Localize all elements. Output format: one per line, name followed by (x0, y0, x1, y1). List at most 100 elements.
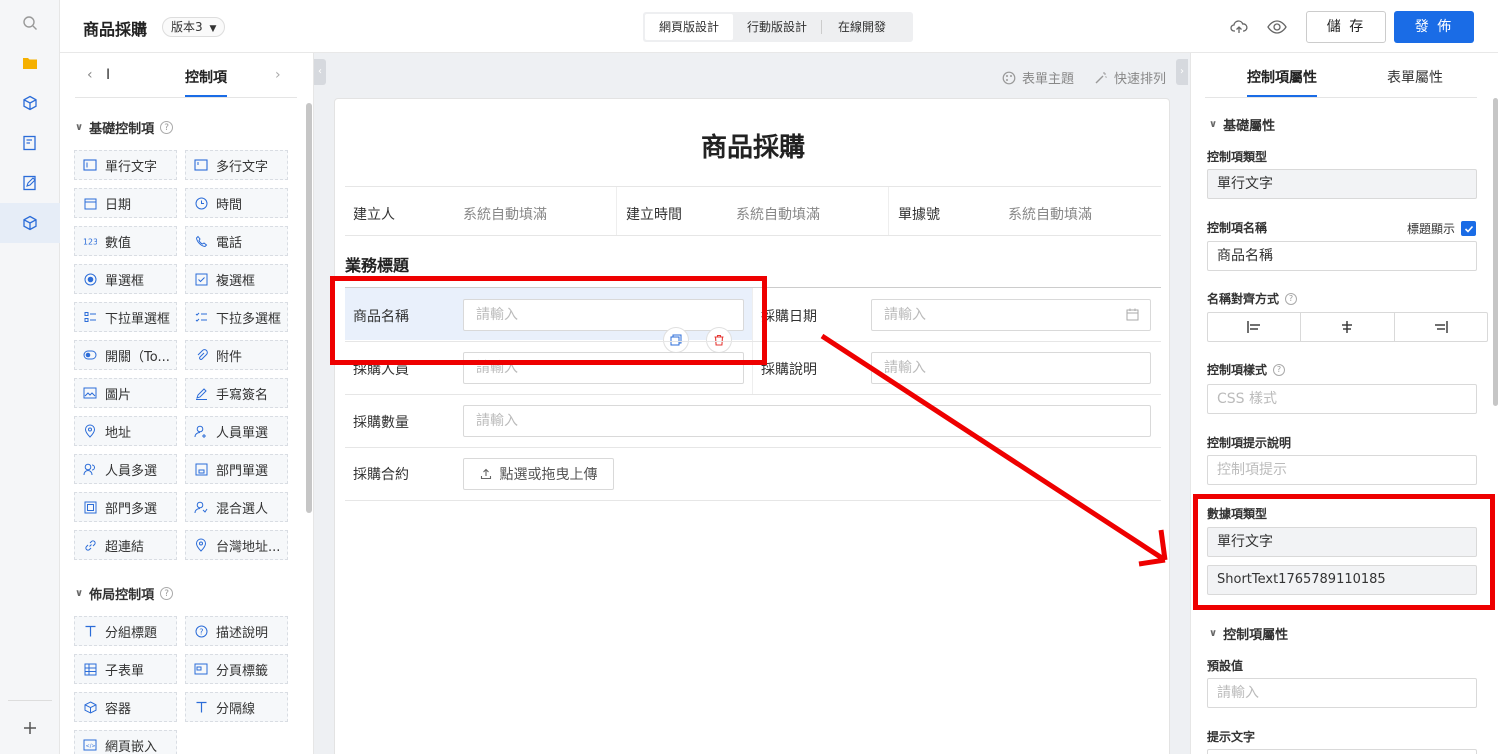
control-item[interactable]: 多行文字 (185, 150, 288, 180)
control-hint-input[interactable]: 控制項提示 (1207, 455, 1477, 485)
control-style-input[interactable]: CSS 樣式 (1207, 384, 1477, 414)
form-theme-button[interactable]: 表單主題 (1002, 68, 1074, 87)
control-item[interactable]: 容器 (74, 692, 177, 722)
default-value-input[interactable]: 請輸入 (1207, 678, 1477, 708)
tip-text-input[interactable] (1207, 749, 1477, 754)
control-item[interactable]: 時間 (185, 188, 288, 218)
field-label-purchase-date: 採購日期 (761, 309, 817, 325)
help-circle-icon[interactable]: ? (160, 587, 174, 600)
divider-icon (194, 700, 208, 714)
chevron-right-icon[interactable]: › (275, 67, 281, 83)
control-item[interactable]: 日期 (74, 188, 177, 218)
tab-online-dev[interactable]: 在線開發 (822, 14, 902, 40)
control-item-label: 分組標題 (105, 625, 158, 641)
section-basic-label: 基礎屬性 (1223, 119, 1276, 134)
control-item[interactable]: 部門單選 (185, 454, 288, 484)
help-circle-icon[interactable]: ? (1273, 363, 1286, 376)
control-item[interactable]: 單行文字 (74, 150, 177, 180)
align-left-icon[interactable] (1208, 313, 1302, 341)
purchase-desc-input[interactable]: 請輸入 (871, 352, 1151, 384)
control-item[interactable]: 台灣地址... (185, 530, 288, 560)
tab-form-props[interactable]: 表單屬性 (1387, 67, 1443, 87)
tab-mobile-design[interactable]: 行動版設計 (733, 14, 821, 40)
align-center-icon[interactable] (1301, 313, 1395, 341)
quick-arrange-button[interactable]: 快速排列 (1094, 68, 1166, 87)
field-label-contract: 採購合約 (353, 467, 409, 483)
align-right-icon[interactable] (1395, 313, 1487, 341)
control-item[interactable]: 地址 (74, 416, 177, 446)
properties-panel: 控制項屬性 表單屬性 ∨ 基礎屬性 控制項類型 單行文字 控制項名稱 標題顯示 … (1190, 53, 1498, 754)
control-item[interactable]: 下拉多選框 (185, 302, 288, 332)
chevron-left-icon[interactable]: ‹ (87, 67, 93, 83)
app-cube-icon[interactable] (0, 203, 60, 243)
control-item[interactable]: 子表單 (74, 654, 177, 684)
control-item[interactable]: 下拉單選框 (74, 302, 177, 332)
search-icon[interactable] (0, 3, 60, 43)
form-icon[interactable] (0, 123, 60, 163)
cube-icon[interactable] (0, 83, 60, 123)
control-item[interactable]: 部門多選 (74, 492, 177, 522)
meta-value-doc-no: 系統自動填滿 (1008, 207, 1092, 223)
add-icon[interactable] (0, 708, 60, 748)
divider (345, 235, 1161, 236)
magic-wand-icon (1095, 71, 1107, 83)
control-item[interactable]: 電話 (185, 226, 288, 256)
preview-eye-icon[interactable] (1267, 18, 1287, 40)
save-button[interactable]: 儲 存 (1306, 11, 1386, 43)
control-item[interactable]: 分頁標籤 (185, 654, 288, 684)
single-line-text-icon (83, 158, 97, 172)
control-item[interactable]: 分組標題 (74, 616, 177, 646)
meta-value-creator: 系統自動填滿 (463, 207, 547, 223)
dept-multi-icon (83, 500, 97, 514)
edit-doc-icon[interactable] (0, 163, 60, 203)
quantity-input[interactable]: 請輸入 (463, 405, 1151, 437)
control-item[interactable]: 附件 (185, 340, 288, 370)
cloud-upload-icon[interactable] (1230, 18, 1248, 40)
show-title-checkbox[interactable] (1461, 221, 1476, 236)
control-item[interactable]: 圖片 (74, 378, 177, 408)
control-item[interactable]: 人員多選 (74, 454, 177, 484)
tab-partial[interactable]: I (106, 67, 110, 83)
control-item[interactable]: 超連結 (74, 530, 177, 560)
control-item[interactable]: 開關（To... (74, 340, 177, 370)
group-layout-title[interactable]: ∨ 佈局控制項 ? (75, 584, 174, 603)
calendar-icon[interactable] (1126, 308, 1139, 325)
control-item[interactable]: 分隔線 (185, 692, 288, 722)
control-item[interactable]: 123 數值 (74, 226, 177, 256)
form-title[interactable]: 商品採購 (335, 127, 1171, 164)
control-item[interactable]: 人員單選 (185, 416, 288, 446)
tab-web-design[interactable]: 網頁版設計 (645, 14, 733, 40)
meta-label-created-time: 建立時間 (626, 207, 682, 223)
divider (888, 187, 889, 235)
publish-button[interactable]: 發 佈 (1394, 11, 1474, 43)
tab-controls[interactable]: 控制項 (185, 67, 227, 87)
tab-control-props[interactable]: 控制項屬性 (1247, 67, 1317, 87)
control-item[interactable]: ? 描述說明 (185, 616, 288, 646)
divider (616, 187, 617, 235)
help-circle-icon[interactable]: ? (1285, 292, 1298, 305)
section-basic-props[interactable]: ∨ 基礎屬性 (1209, 115, 1275, 134)
control-item[interactable]: 混合選人 (185, 492, 288, 522)
divider (345, 394, 1161, 395)
help-circle-icon[interactable]: ? (160, 121, 174, 134)
control-name-input[interactable]: 商品名稱 (1207, 241, 1477, 271)
purchase-date-input[interactable]: 請輸入 (871, 299, 1151, 331)
left-rail (0, 0, 60, 754)
folder-icon[interactable] (0, 43, 60, 83)
collapse-left-icon[interactable]: ‹ (314, 59, 326, 85)
control-item[interactable]: </> 網頁嵌入 (74, 730, 177, 754)
section-control-props[interactable]: ∨ 控制項屬性 (1209, 624, 1288, 643)
collapse-right-icon[interactable]: › (1176, 59, 1188, 85)
scrollbar[interactable] (1493, 98, 1498, 406)
group-basic-title[interactable]: ∨ 基礎控制項 ? (75, 118, 174, 137)
scrollbar[interactable] (306, 103, 312, 513)
control-item-label: 多行文字 (216, 159, 269, 175)
control-item[interactable]: 手寫簽名 (185, 378, 288, 408)
section-title[interactable]: 業務標題 (345, 252, 409, 276)
control-item[interactable]: 單選框 (74, 264, 177, 294)
control-item-label: 數值 (105, 235, 132, 251)
form-theme-label: 表單主題 (1022, 72, 1075, 87)
upload-button[interactable]: 點選或拖曳上傳 (463, 458, 614, 490)
version-dropdown[interactable]: 版本3 ▼ (162, 17, 226, 37)
control-item[interactable]: 複選框 (185, 264, 288, 294)
